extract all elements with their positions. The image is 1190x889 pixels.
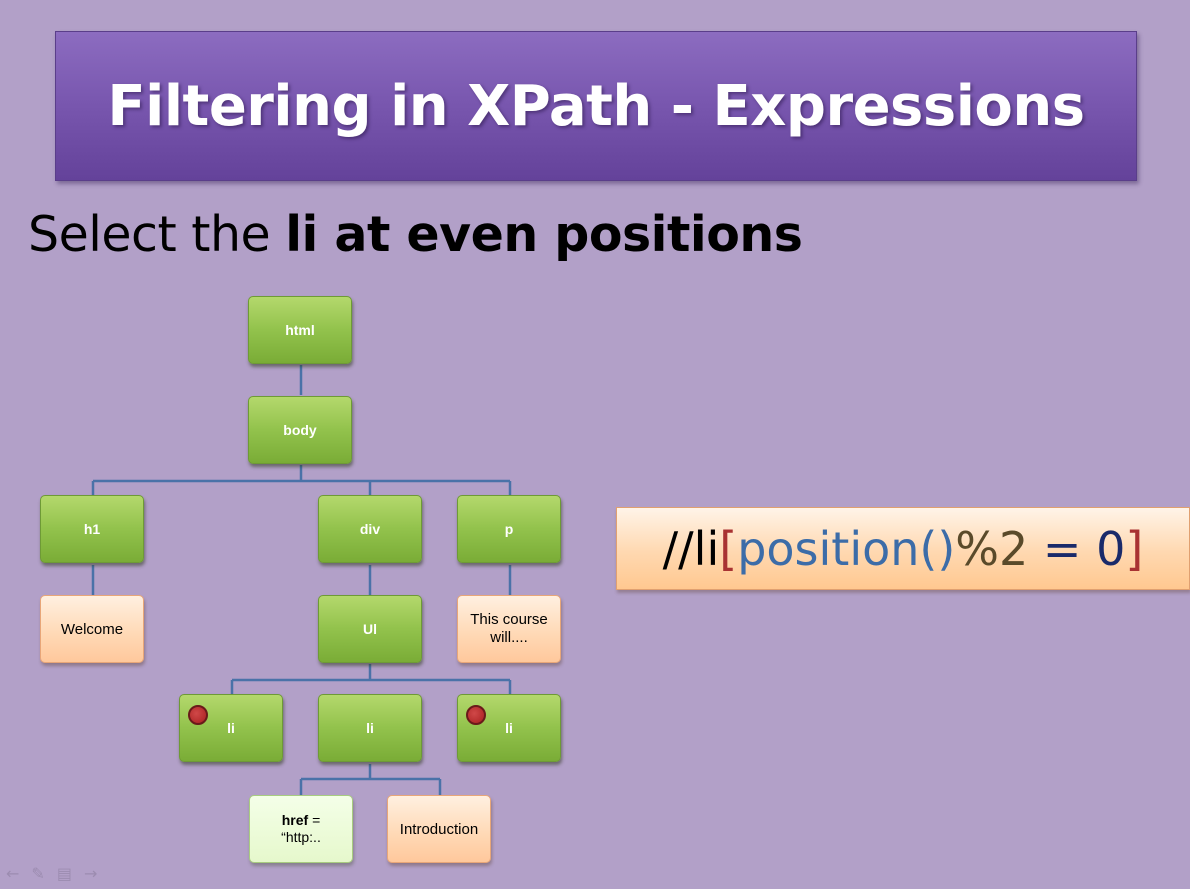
href-equals: = — [308, 812, 321, 828]
node-html-label: html — [285, 322, 315, 338]
href-key: href — [281, 812, 309, 828]
node-body-label: body — [283, 422, 317, 438]
node-course-label: This course will.... — [470, 611, 548, 646]
href-text: href = “http:.. — [281, 812, 321, 846]
node-introduction-text: Introduction — [387, 795, 491, 863]
expr-modulo: %2 — [955, 521, 1029, 576]
node-ul-label: Ul — [363, 621, 377, 637]
href-value: “http:.. — [281, 829, 321, 845]
pen-icon[interactable]: ✎ — [31, 864, 44, 883]
node-div: div — [318, 495, 422, 563]
slideshow-toolbar: ← ✎ ▤ → — [6, 864, 97, 883]
node-p-label: p — [504, 521, 514, 537]
node-html: html — [248, 296, 352, 364]
expr-zero: 0 — [1096, 521, 1126, 576]
node-div-label: div — [359, 521, 381, 537]
node-li-2: li — [318, 694, 422, 762]
expr-function: position() — [737, 521, 956, 576]
expr-equals: = — [1028, 521, 1097, 576]
node-h1-label: h1 — [83, 521, 101, 537]
node-p: p — [457, 495, 561, 563]
node-li-1-label: li — [227, 720, 235, 736]
back-arrow-icon[interactable]: ← — [6, 864, 19, 883]
node-li-2-label: li — [366, 720, 374, 736]
node-href-attribute: href = “http:.. — [249, 795, 353, 863]
node-li-3-label: li — [505, 720, 513, 736]
expr-open-bracket: [ — [719, 521, 738, 576]
node-course-text: This course will.... — [457, 595, 561, 663]
selection-marker-icon — [466, 705, 486, 725]
node-body: body — [248, 396, 352, 464]
selection-marker-icon — [188, 705, 208, 725]
forward-arrow-icon[interactable]: → — [84, 864, 97, 883]
expr-close-bracket: ] — [1125, 521, 1144, 576]
expr-prefix: //li — [662, 521, 720, 576]
node-welcome-text: Welcome — [40, 595, 144, 663]
node-h1: h1 — [40, 495, 144, 563]
node-ul: Ul — [318, 595, 422, 663]
node-li-3: li — [457, 694, 561, 762]
xpath-expression-box: //li[position() %2 = 0] — [616, 507, 1190, 590]
node-welcome-label: Welcome — [60, 620, 124, 638]
menu-icon[interactable]: ▤ — [57, 864, 72, 883]
node-li-1: li — [179, 694, 283, 762]
node-introduction-label: Introduction — [399, 820, 479, 838]
